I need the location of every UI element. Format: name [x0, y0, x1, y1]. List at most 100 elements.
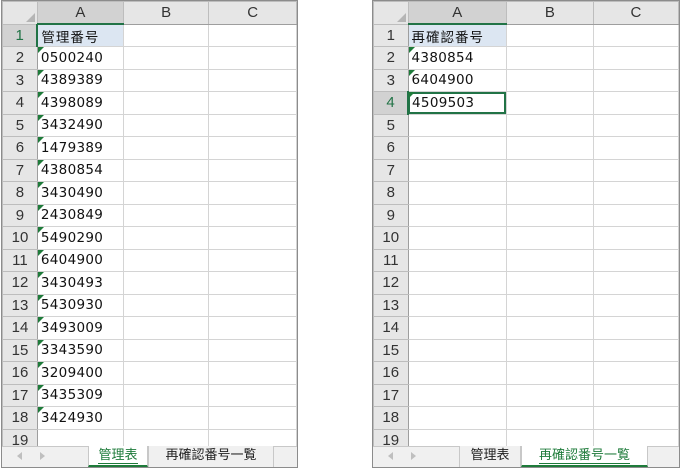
cell-a9[interactable]: 2430849 — [36, 203, 124, 227]
cell[interactable] — [592, 113, 679, 137]
cell-a10[interactable]: 5490290 — [36, 226, 124, 250]
cell-a18[interactable]: 3424930 — [36, 406, 124, 430]
sheet-tab-kanrihyo[interactable]: 管理表 — [459, 446, 521, 467]
cell[interactable] — [505, 23, 594, 47]
cell[interactable] — [505, 248, 594, 272]
row-header[interactable]: 13 — [373, 293, 409, 317]
cell[interactable] — [122, 316, 210, 340]
cell[interactable] — [208, 406, 297, 430]
cell[interactable] — [407, 113, 507, 137]
cell-a2[interactable]: 4380854 — [407, 46, 507, 70]
sheet-tab-saikakunin-ichiran[interactable]: 再確認番号一覧 — [148, 446, 274, 467]
cell[interactable] — [122, 271, 210, 295]
cell-a1[interactable]: 管理番号 — [36, 23, 124, 47]
cell[interactable] — [407, 203, 507, 227]
row-header[interactable]: 9 — [2, 203, 38, 227]
column-header-c[interactable]: C — [592, 1, 679, 25]
cell-a5[interactable]: 3432490 — [36, 113, 124, 137]
cell[interactable] — [208, 383, 297, 407]
cell-a16[interactable]: 3209400 — [36, 361, 124, 385]
cell[interactable] — [505, 46, 594, 70]
row-header[interactable]: 5 — [2, 113, 38, 137]
cell-a2[interactable]: 0500240 — [36, 46, 124, 70]
row-header[interactable]: 15 — [373, 338, 409, 362]
cell[interactable] — [208, 68, 297, 92]
row-header[interactable]: 18 — [2, 406, 38, 430]
row-header[interactable]: 7 — [373, 158, 409, 182]
cell-a3[interactable]: 6404900 — [407, 68, 507, 92]
cell[interactable] — [407, 293, 507, 317]
row-header[interactable]: 3 — [2, 68, 38, 92]
cell[interactable] — [208, 361, 297, 385]
row-header[interactable]: 1 — [373, 23, 409, 47]
cell-a8[interactable]: 3430490 — [36, 181, 124, 205]
row-header[interactable]: 14 — [2, 316, 38, 340]
cell[interactable] — [592, 158, 679, 182]
cell[interactable] — [592, 68, 679, 92]
column-header-c[interactable]: C — [208, 1, 297, 25]
cell-a14[interactable]: 3493009 — [36, 316, 124, 340]
cell[interactable] — [505, 181, 594, 205]
cell-a4[interactable]: 4509503 — [407, 91, 507, 115]
cell[interactable] — [208, 293, 297, 317]
row-header[interactable]: 8 — [2, 181, 38, 205]
cell[interactable] — [122, 361, 210, 385]
cell-a17[interactable]: 3435309 — [36, 383, 124, 407]
row-header[interactable]: 4 — [2, 91, 38, 115]
cell-a7[interactable]: 4380854 — [36, 158, 124, 182]
cell[interactable] — [407, 248, 507, 272]
cell[interactable] — [122, 158, 210, 182]
cell[interactable] — [122, 46, 210, 70]
row-header[interactable]: 14 — [373, 316, 409, 340]
cell-c1[interactable] — [208, 23, 297, 47]
cell[interactable] — [208, 136, 297, 160]
cell[interactable] — [505, 226, 594, 250]
cell[interactable] — [407, 136, 507, 160]
cell[interactable] — [122, 203, 210, 227]
cell[interactable] — [505, 91, 594, 115]
cell-a4[interactable]: 4398089 — [36, 91, 124, 115]
cell[interactable] — [407, 338, 507, 362]
cell[interactable] — [592, 203, 679, 227]
cell[interactable] — [122, 383, 210, 407]
cell-a3[interactable]: 4389389 — [36, 68, 124, 92]
row-header[interactable]: 6 — [373, 136, 409, 160]
row-header[interactable]: 13 — [2, 293, 38, 317]
row-header[interactable]: 18 — [373, 406, 409, 430]
sheet-tab-kanrihyo[interactable]: 管理表 — [88, 446, 148, 467]
cell[interactable] — [505, 361, 594, 385]
cell[interactable] — [505, 158, 594, 182]
cell[interactable] — [592, 293, 679, 317]
row-header[interactable]: 6 — [2, 136, 38, 160]
cell-a15[interactable]: 3343590 — [36, 338, 124, 362]
cell[interactable] — [505, 68, 594, 92]
cell-a6[interactable]: 1479389 — [36, 136, 124, 160]
select-all-corner[interactable] — [373, 1, 409, 25]
cell-b1[interactable] — [122, 23, 210, 47]
cell[interactable] — [208, 91, 297, 115]
cell[interactable] — [122, 338, 210, 362]
row-header[interactable]: 16 — [373, 361, 409, 385]
row-header[interactable]: 12 — [373, 271, 409, 295]
row-header[interactable]: 17 — [373, 383, 409, 407]
cell[interactable] — [505, 383, 594, 407]
cell[interactable] — [208, 226, 297, 250]
cell[interactable] — [407, 226, 507, 250]
row-header[interactable]: 17 — [2, 383, 38, 407]
cell[interactable] — [592, 338, 679, 362]
cell[interactable] — [505, 271, 594, 295]
cell[interactable] — [208, 248, 297, 272]
cell[interactable] — [407, 406, 507, 430]
cell[interactable] — [208, 203, 297, 227]
select-all-corner[interactable] — [2, 1, 38, 25]
cell[interactable] — [122, 293, 210, 317]
cell[interactable] — [208, 316, 297, 340]
cell[interactable] — [505, 406, 594, 430]
row-header[interactable]: 2 — [373, 46, 409, 70]
cell-a13[interactable]: 5430930 — [36, 293, 124, 317]
cell[interactable] — [592, 136, 679, 160]
scroll-tabs-right-icon[interactable] — [40, 452, 45, 460]
row-header[interactable]: 1 — [2, 23, 39, 47]
cell[interactable] — [208, 113, 297, 137]
cell[interactable] — [592, 361, 679, 385]
